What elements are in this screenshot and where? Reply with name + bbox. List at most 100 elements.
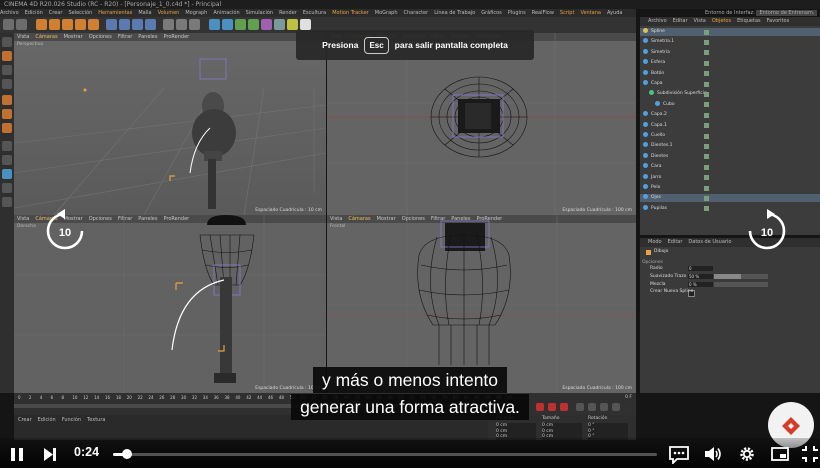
object-row[interactable]: Ojos — [640, 194, 820, 202]
visibility-toggle[interactable] — [704, 206, 709, 212]
layout-select[interactable]: Entorno de Entrenam. — [756, 10, 818, 16]
settings-button[interactable] — [737, 444, 757, 464]
visibility-toggle[interactable] — [704, 175, 709, 181]
menu-item[interactable]: Script — [560, 10, 575, 16]
attribute-value-field[interactable]: 50 % — [688, 274, 713, 279]
menu-item[interactable]: Gráficos — [481, 10, 502, 16]
floor-icon[interactable] — [274, 19, 285, 30]
menu-item[interactable]: Archivo — [0, 10, 19, 16]
undo-icon[interactable] — [3, 19, 14, 30]
camera-icon[interactable] — [287, 19, 298, 30]
rotate-icon[interactable] — [75, 19, 86, 30]
object-row[interactable]: Cubo — [640, 100, 820, 109]
subtitles-button[interactable] — [668, 444, 690, 466]
visibility-toggle[interactable] — [704, 143, 709, 149]
visibility-toggle[interactable] — [704, 112, 709, 118]
object-row[interactable]: Dientes.1 — [640, 142, 820, 150]
visibility-toggle[interactable] — [704, 154, 709, 160]
menu-item[interactable]: MoGraph — [375, 10, 398, 16]
menu-item[interactable]: Selección — [68, 10, 92, 16]
object-row[interactable]: Subdivisión Superficie — [640, 90, 820, 98]
pip-button[interactable] — [770, 444, 790, 464]
visibility-toggle[interactable] — [704, 195, 709, 201]
render-view-icon[interactable] — [163, 19, 174, 30]
next-button[interactable] — [40, 444, 60, 464]
pause-button[interactable] — [7, 444, 27, 464]
object-row[interactable]: Botón — [640, 69, 820, 78]
viewport-top[interactable]: VistaCámarasMostrarOpcionesFiltrarPanele… — [327, 33, 636, 215]
object-row[interactable]: Cuello — [640, 132, 820, 140]
menu-item[interactable]: Motion Tracker — [332, 10, 369, 16]
main-menu-bar[interactable]: Archivo Edición Crear Selección Herramientas… — [0, 9, 636, 17]
move-icon[interactable] — [49, 19, 60, 30]
attribute-value-field[interactable]: 0 — [688, 266, 713, 271]
array-icon[interactable] — [248, 19, 259, 30]
object-row[interactable]: Simetría.1 — [640, 38, 820, 46]
object-tab[interactable]: Etiquetas — [737, 18, 761, 24]
object-row[interactable]: Simetría — [640, 48, 820, 57]
visibility-toggle[interactable] — [704, 71, 709, 77]
subdivision-icon[interactable] — [235, 19, 246, 30]
object-row[interactable]: Capa.2 — [640, 111, 820, 119]
menu-item[interactable]: Render — [279, 10, 297, 16]
viewport-perspective[interactable]: Vista Cámaras Mostrar Opciones Filtrar Panele… — [14, 33, 326, 215]
progress-bar[interactable] — [113, 449, 657, 459]
visibility-toggle[interactable] — [704, 81, 709, 87]
menu-item[interactable]: Herramientas — [98, 10, 132, 16]
progress-handle[interactable] — [121, 449, 132, 459]
attribute-value-field[interactable]: 0 % — [688, 282, 713, 287]
menu-item[interactable]: Crear — [49, 10, 63, 16]
menu-item[interactable]: Plugins — [508, 10, 526, 16]
model-mode-icon[interactable] — [2, 51, 12, 61]
edges-mode-icon[interactable] — [2, 109, 12, 119]
object-row[interactable]: Capa.1 — [640, 121, 820, 130]
object-tab[interactable]: Editar — [673, 18, 688, 24]
scale-icon[interactable] — [62, 19, 73, 30]
lock-workplane-icon[interactable] — [2, 183, 12, 193]
recent-tool-icon[interactable] — [88, 19, 99, 30]
menu-item[interactable]: Animación — [213, 10, 239, 16]
object-tab[interactable]: Favoritos — [767, 18, 790, 24]
attribute-slider[interactable] — [714, 282, 768, 287]
render-picture-icon[interactable] — [176, 19, 187, 30]
object-row[interactable]: Esfera — [640, 59, 820, 67]
attribute-tab[interactable]: Datos de Usuario — [688, 239, 731, 245]
menu-item[interactable]: Mograph — [185, 10, 207, 16]
object-row[interactable]: Pupilas — [640, 204, 820, 213]
menu-item[interactable]: Escultura — [303, 10, 326, 16]
z-axis-icon[interactable] — [132, 19, 143, 30]
tweak-mode-icon[interactable] — [2, 155, 12, 165]
object-tab[interactable]: Archivo — [648, 18, 667, 24]
visibility-toggle[interactable] — [704, 185, 709, 191]
attribute-tab[interactable]: Modo — [648, 239, 662, 245]
deformer-icon[interactable] — [261, 19, 272, 30]
texture-mode-icon[interactable] — [2, 65, 12, 75]
menu-item[interactable]: Ayuda — [607, 10, 622, 16]
menu-item[interactable]: Character — [404, 10, 429, 16]
visibility-toggle[interactable] — [704, 123, 709, 129]
object-row[interactable]: Pelo — [640, 184, 820, 192]
object-row[interactable]: Jarro — [640, 173, 820, 182]
object-row[interactable]: Spline — [640, 28, 820, 36]
menu-item[interactable]: Edición — [25, 10, 43, 16]
menu-item[interactable]: Volumen — [158, 10, 180, 16]
live-select-icon[interactable] — [36, 19, 47, 30]
points-mode-icon[interactable] — [2, 95, 12, 105]
object-manager-tabs[interactable]: Archivo Editar Vista Objetos Etiquetas Favori… — [640, 17, 820, 26]
fullscreen-exit-button[interactable] — [800, 444, 820, 464]
object-tab[interactable]: Objetos — [712, 18, 731, 24]
menu-item[interactable]: Malla — [138, 10, 151, 16]
visibility-toggle[interactable] — [704, 29, 709, 35]
workplane-icon[interactable] — [2, 79, 12, 89]
attribute-slider[interactable] — [714, 274, 768, 279]
snap-icon[interactable] — [2, 169, 12, 179]
menu-item[interactable]: Línea de Trabajo — [434, 10, 475, 16]
attribute-tab[interactable]: Editar — [668, 239, 683, 245]
planar-workplane-icon[interactable] — [2, 197, 12, 207]
cube-icon[interactable] — [209, 19, 220, 30]
x-axis-icon[interactable] — [106, 19, 117, 30]
axis-mode-icon[interactable] — [2, 141, 12, 151]
attribute-tabs[interactable]: Modo Editar Datos de Usuario — [640, 238, 820, 247]
object-row[interactable]: Dientes — [640, 152, 820, 161]
y-axis-icon[interactable] — [119, 19, 130, 30]
